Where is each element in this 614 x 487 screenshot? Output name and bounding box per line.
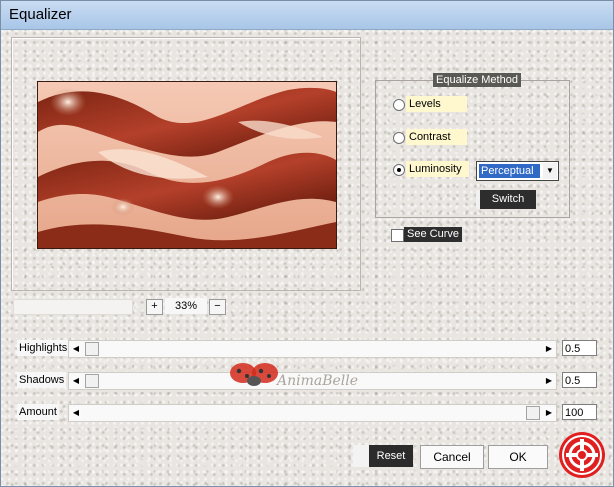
highlights-slider-thumb[interactable]: [85, 342, 99, 356]
radio-contrast-label[interactable]: Contrast: [406, 129, 467, 145]
equalize-method-group: [375, 80, 570, 218]
window-title: Equalizer: [9, 6, 72, 23]
switch-button[interactable]: Switch: [476, 190, 536, 209]
equalize-method-title: Equalize Method: [433, 73, 521, 87]
arrow-left-icon[interactable]: ◀: [70, 407, 82, 419]
radio-contrast-indicator[interactable]: [393, 132, 405, 144]
watermark-text: AnimaBelle: [275, 373, 358, 389]
chevron-down-icon[interactable]: ▼: [543, 163, 557, 179]
mode-select-value: Perceptual: [479, 164, 540, 178]
amount-value[interactable]: 100: [562, 404, 597, 420]
arrow-left-icon[interactable]: ◀: [70, 375, 82, 387]
zoom-level: 33%: [165, 298, 207, 314]
radio-levels-indicator[interactable]: [393, 99, 405, 111]
highlights-slider[interactable]: ◀ ▶: [68, 340, 557, 358]
zoom-in-button[interactable]: +: [146, 299, 163, 315]
equalizer-dialog: Equalizer + 33% − Equalize Method Levels…: [0, 0, 614, 487]
preview-panel: [11, 37, 361, 291]
see-curve-label[interactable]: See Curve: [404, 227, 462, 242]
cancel-button[interactable]: Cancel: [420, 445, 484, 469]
shadows-value[interactable]: 0.5: [562, 372, 597, 388]
radio-levels-label[interactable]: Levels: [406, 96, 467, 112]
arrow-right-icon[interactable]: ▶: [543, 343, 555, 355]
mode-select[interactable]: Perceptual ▼: [476, 161, 559, 181]
arrow-left-icon[interactable]: ◀: [70, 343, 82, 355]
highlights-label: Highlights: [17, 340, 70, 356]
ladybug-watermark: AnimaBelle: [230, 363, 358, 389]
preview-image[interactable]: [37, 81, 337, 249]
shadows-slider-thumb[interactable]: [85, 374, 99, 388]
amount-slider[interactable]: ◀ ▶: [68, 404, 557, 422]
radio-luminosity-indicator[interactable]: [393, 164, 405, 176]
amount-label: Amount: [17, 404, 59, 420]
see-curve-checkbox[interactable]: [391, 229, 404, 242]
zoom-out-button[interactable]: −: [209, 299, 226, 315]
title-bar[interactable]: Equalizer: [1, 1, 613, 30]
highlights-value[interactable]: 0.5: [562, 340, 597, 356]
radio-luminosity-label[interactable]: Luminosity: [406, 161, 469, 177]
ok-button[interactable]: OK: [488, 445, 548, 469]
shadows-label: Shadows: [17, 372, 67, 388]
arrow-right-icon[interactable]: ▶: [543, 375, 555, 387]
arrow-right-icon[interactable]: ▶: [543, 407, 555, 419]
zoom-scroll-bar[interactable]: [13, 299, 133, 315]
plugin-logo-icon[interactable]: [558, 431, 606, 479]
reset-button[interactable]: Reset: [353, 445, 413, 467]
amount-slider-thumb[interactable]: [526, 406, 540, 420]
